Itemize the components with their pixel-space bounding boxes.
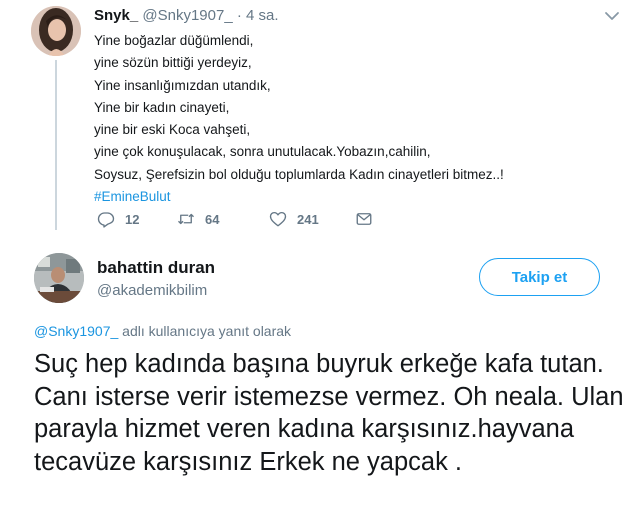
direct-message-button[interactable] xyxy=(355,208,383,230)
display-name[interactable]: Snyk_ xyxy=(94,7,138,24)
tweet-line: yine çok konuşulacak, sonra unutulacak.Y… xyxy=(94,144,431,160)
chevron-down-icon[interactable] xyxy=(604,10,620,22)
user-handle[interactable]: @akademikbilim xyxy=(97,282,207,299)
tweet-line: Yine insanlığımızdan utandık, xyxy=(94,77,271,93)
thread-connector xyxy=(55,60,57,230)
tweet-line: Soysuz, Şerefsizin bol olduğu toplumlard… xyxy=(94,166,504,182)
envelope-icon xyxy=(356,213,372,225)
heart-icon xyxy=(269,211,287,227)
tweet-original: Snyk_ @Snky1907_ · 4 sa. Yine boğazlar d… xyxy=(0,0,635,240)
tweet-header: Snyk_ @Snky1907_ · 4 sa. xyxy=(94,7,279,24)
avatar[interactable] xyxy=(31,6,81,56)
tweet-text: Suç hep kadında başına buyruk erkeğe kaf… xyxy=(34,350,624,476)
separator-dot: · xyxy=(236,7,242,24)
retweet-button[interactable]: 64 xyxy=(177,208,219,230)
display-name[interactable]: bahattin duran xyxy=(97,258,215,278)
retweet-icon xyxy=(178,213,194,225)
tweet-line: yine sözün bittiği yerdeyiz, xyxy=(94,55,252,71)
reply-icon xyxy=(97,212,115,228)
user-handle[interactable]: @Snky1907_ xyxy=(142,7,232,24)
timestamp[interactable]: 4 sa. xyxy=(246,7,279,24)
like-button[interactable]: 241 xyxy=(269,208,319,230)
tweet-line: yine bir eski Koca vahşeti, xyxy=(94,122,251,138)
reply-count: 12 xyxy=(125,211,140,227)
reply-mention-link[interactable]: @Snky1907_ xyxy=(34,323,118,339)
tweet-line: Yine bir kadın cinayeti, xyxy=(94,99,230,115)
avatar-photo xyxy=(34,253,84,303)
hashtag-link[interactable]: #EmineBulut xyxy=(94,186,504,208)
tweet-line: Yine boğazlar düğümlendi, xyxy=(94,33,254,48)
reply-button[interactable]: 12 xyxy=(97,208,139,230)
avatar[interactable] xyxy=(34,253,84,303)
avatar-photo xyxy=(31,6,81,56)
reply-context-label: adlı kullanıcıya yanıt olarak xyxy=(118,323,292,339)
retweet-count: 64 xyxy=(205,211,220,227)
like-count: 241 xyxy=(297,211,319,227)
follow-button[interactable]: Takip et xyxy=(479,258,600,296)
reply-context: @Snky1907_ adlı kullanıcıya yanıt olarak xyxy=(34,323,291,339)
tweet-text: Yine boğazlar düğümlendi, yine sözün bit… xyxy=(94,30,504,208)
